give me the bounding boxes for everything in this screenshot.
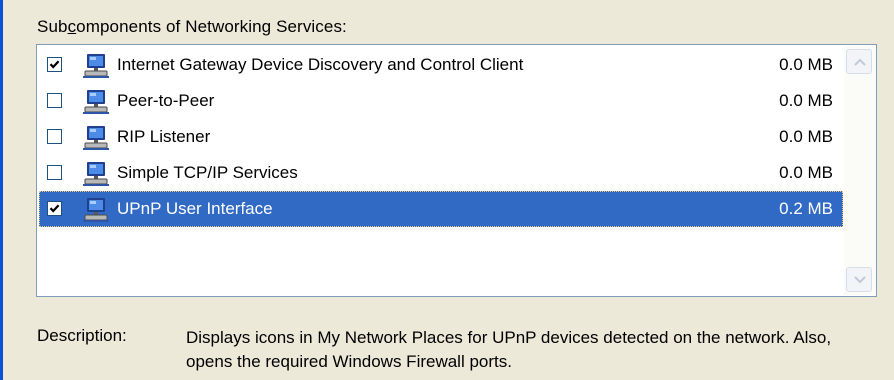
computer-network-icon <box>83 162 109 186</box>
subcomponents-label-accelerator: c <box>67 17 77 36</box>
subcomponents-label-prefix: Sub <box>37 17 68 36</box>
list-item-label: Internet Gateway Device Discovery and Co… <box>117 55 524 74</box>
list-item-label: Peer-to-Peer <box>117 91 215 110</box>
checkbox[interactable] <box>47 93 62 108</box>
list-item-label: UPnP User Interface <box>117 199 273 218</box>
vertical-scrollbar[interactable] <box>844 46 875 295</box>
chevron-down-icon <box>854 276 866 284</box>
list-item-size: 0.0 MB <box>779 163 833 182</box>
computer-network-icon <box>83 54 109 78</box>
checkmark-icon <box>49 60 60 69</box>
checkbox[interactable] <box>47 165 62 180</box>
list-item-size: 0.0 MB <box>779 127 833 146</box>
subcomponents-label: Subcomponents of Networking Services: <box>37 17 347 37</box>
list-item-size: 0.2 MB <box>779 199 833 218</box>
list-item[interactable]: RIP Listener 0.0 MB <box>39 119 843 155</box>
list-item[interactable]: Simple TCP/IP Services 0.0 MB <box>39 155 843 191</box>
window-left-border <box>0 0 3 380</box>
computer-network-icon <box>83 90 109 114</box>
list-item-size: 0.0 MB <box>779 55 833 74</box>
list-item[interactable]: Internet Gateway Device Discovery and Co… <box>39 47 843 83</box>
checkmark-icon <box>49 204 60 213</box>
list-item-size: 0.0 MB <box>779 91 833 110</box>
list-item-label: RIP Listener <box>117 127 211 146</box>
scroll-up-button[interactable] <box>846 49 872 74</box>
chevron-up-icon <box>854 58 866 66</box>
subcomponents-label-suffix: omponents of Networking Services: <box>76 17 347 36</box>
list-item-label: Simple TCP/IP Services <box>117 163 298 182</box>
list-item[interactable]: Peer-to-Peer 0.0 MB <box>39 83 843 119</box>
checkbox[interactable] <box>47 129 62 144</box>
scroll-down-button[interactable] <box>846 267 872 292</box>
checkbox[interactable] <box>47 57 62 72</box>
computer-network-icon <box>83 126 109 150</box>
computer-network-icon <box>83 198 109 222</box>
checkbox[interactable] <box>47 201 62 216</box>
description-label: Description: <box>37 326 127 345</box>
list-item-selected[interactable]: UPnP User Interface 0.2 MB <box>39 191 843 227</box>
subcomponents-list[interactable]: Internet Gateway Device Discovery and Co… <box>36 44 877 297</box>
description-text: Displays icons in My Network Places for … <box>186 328 832 371</box>
